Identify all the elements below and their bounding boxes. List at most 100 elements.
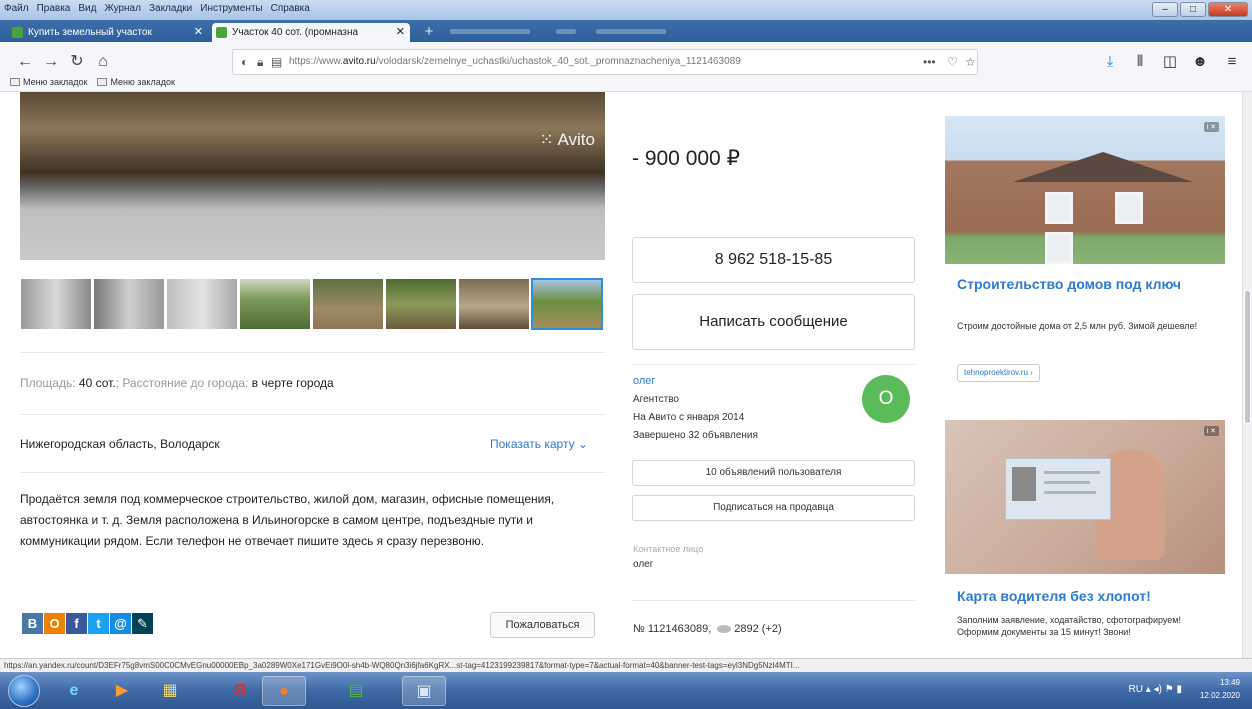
blurred-tab bbox=[556, 29, 576, 34]
thumbnail[interactable] bbox=[312, 278, 384, 330]
minimize-button[interactable]: – bbox=[1152, 2, 1178, 17]
menu-bookmarks[interactable]: Закладки bbox=[149, 3, 192, 14]
ad-badge: i ✕ bbox=[1203, 426, 1219, 436]
ad-text: Строим достойные дома от 2,5 млн руб. Зи… bbox=[957, 321, 1198, 331]
livejournal-icon[interactable]: ✎ bbox=[132, 613, 153, 634]
page-content: ⁙ Avito Площадь: 40 сот.; Расстояние до … bbox=[0, 92, 1242, 658]
vk-icon[interactable]: В bbox=[22, 613, 43, 634]
maximize-button[interactable]: □ bbox=[1180, 2, 1206, 17]
tab-plot-listing[interactable]: Участок 40 сот. (промназна ✕ bbox=[212, 23, 410, 42]
tab-buy-land[interactable]: Купить земельный участок ✕ bbox=[8, 23, 208, 42]
thumbnail[interactable] bbox=[93, 278, 165, 330]
scrollbar-thumb[interactable] bbox=[1244, 290, 1251, 424]
downloads-icon[interactable]: ⤓ bbox=[1100, 51, 1120, 73]
internet-explorer-icon[interactable]: e bbox=[52, 676, 96, 706]
ad-title-link[interactable]: Карта водителя без хлопот! bbox=[957, 588, 1151, 604]
seller-avatar[interactable]: О bbox=[862, 375, 910, 423]
photo-thumbnails bbox=[20, 278, 603, 330]
facebook-icon[interactable]: f bbox=[66, 613, 87, 634]
tab-close-icon[interactable]: ✕ bbox=[194, 23, 203, 42]
complain-button[interactable]: Пожаловаться bbox=[490, 612, 595, 638]
forward-arrow-icon[interactable]: → bbox=[40, 51, 62, 73]
sidebar-icon[interactable]: ◫ bbox=[1160, 51, 1180, 73]
window-app-icon[interactable]: ▣ bbox=[402, 676, 446, 706]
tab-close-icon[interactable]: ✕ bbox=[396, 23, 405, 42]
reload-icon[interactable]: ↻ bbox=[66, 51, 88, 73]
listing-params: Площадь: 40 сот.; Расстояние до города: … bbox=[20, 376, 334, 390]
shield-icon[interactable]: ◐ bbox=[241, 50, 248, 74]
ad-number: № 1121463089, 2892 (+2) bbox=[633, 623, 782, 635]
bookmark-folder[interactable]: Меню закладок bbox=[97, 77, 175, 87]
hamburger-menu-icon[interactable]: ≡ bbox=[1222, 51, 1242, 73]
house-roof bbox=[1013, 152, 1193, 182]
lock-icon[interactable]: 🔒︎ bbox=[257, 50, 263, 74]
url-text[interactable]: https://www.avito.ru/volodarsk/zemelnye_… bbox=[289, 50, 889, 74]
start-button[interactable] bbox=[8, 675, 40, 707]
clock-time: 13:49 bbox=[1219, 678, 1240, 687]
phone-number-button[interactable]: 8 962 518-15-85 bbox=[632, 237, 915, 283]
menu-tools[interactable]: Инструменты bbox=[200, 3, 262, 14]
clock[interactable]: 13:49 12.02.2020 bbox=[1200, 676, 1240, 702]
status-bar-url: https://an.yandex.ru/count/D3EFr75g8vmS0… bbox=[0, 658, 1252, 672]
address-bar[interactable]: ◐ 🔒︎ ▤ https://www.avito.ru/volodarsk/ze… bbox=[232, 49, 978, 75]
show-map-link[interactable]: Показать карту ⌄ bbox=[490, 437, 588, 451]
volume-icon[interactable]: ◂) bbox=[1154, 684, 1162, 695]
language-indicator[interactable]: RU bbox=[1129, 684, 1143, 695]
bookmark-folder[interactable]: Меню закладок bbox=[10, 77, 87, 87]
menu-edit[interactable]: Правка bbox=[37, 3, 71, 14]
odnoklassniki-icon[interactable]: О bbox=[44, 613, 65, 634]
menu-help[interactable]: Справка bbox=[271, 3, 310, 14]
thumbnail[interactable] bbox=[239, 278, 311, 330]
tray-arrow-icon[interactable]: ▴ bbox=[1146, 684, 1151, 695]
firefox-icon[interactable]: ● bbox=[262, 676, 306, 706]
network-icon[interactable]: ▮ bbox=[1176, 684, 1182, 695]
user-ads-button[interactable]: 10 объявлений пользователя bbox=[632, 460, 915, 486]
library-icon[interactable]: ⫴ bbox=[1130, 51, 1150, 73]
ad-house-image[interactable]: i ✕ bbox=[945, 116, 1225, 264]
thumbnail[interactable] bbox=[166, 278, 238, 330]
seller-name-link[interactable]: олег bbox=[633, 375, 655, 387]
ad-driver-card-image[interactable]: i ✕ bbox=[945, 420, 1225, 574]
tab-strip: Купить земельный участок ✕ Участок 40 со… bbox=[0, 20, 1252, 42]
main-listing-photo[interactable]: ⁙ Avito bbox=[20, 92, 605, 260]
page-scrollbar[interactable] bbox=[1242, 92, 1252, 658]
yandex-browser-icon[interactable]: Я bbox=[218, 676, 262, 706]
menu-history[interactable]: Журнал bbox=[104, 3, 141, 14]
ad-badge: i ✕ bbox=[1203, 122, 1219, 132]
thumbnail[interactable] bbox=[385, 278, 457, 330]
page-actions-icon[interactable]: ••• bbox=[923, 50, 936, 74]
contact-name: олег bbox=[633, 559, 654, 570]
mailru-icon[interactable]: @ bbox=[110, 613, 131, 634]
excel-icon[interactable]: ▤ bbox=[334, 676, 378, 706]
house-window bbox=[1045, 192, 1073, 224]
back-arrow-icon[interactable]: ← bbox=[14, 51, 36, 73]
thumbnail-selected[interactable] bbox=[531, 278, 603, 330]
twitter-icon[interactable]: t bbox=[88, 613, 109, 634]
seller-type: Агентство bbox=[633, 394, 679, 405]
account-icon[interactable]: ☻ bbox=[1190, 51, 1210, 73]
thumbnail[interactable] bbox=[20, 278, 92, 330]
menu-view[interactable]: Вид bbox=[78, 3, 96, 14]
bookmark-star-icon[interactable]: ☆ bbox=[965, 50, 976, 74]
new-tab-button[interactable]: + bbox=[420, 23, 438, 41]
price: - 900 000 ₽ bbox=[632, 147, 740, 170]
ad-title-link[interactable]: Строительство домов под ключ bbox=[957, 276, 1212, 293]
window-controls: – □ ✕ bbox=[1152, 2, 1248, 17]
subscribe-button[interactable]: Подписаться на продавца bbox=[632, 495, 915, 521]
home-icon[interactable]: ⌂ bbox=[92, 51, 114, 73]
pocket-icon[interactable]: ♡ bbox=[947, 50, 958, 74]
tab-label: Купить земельный участок bbox=[28, 27, 152, 38]
permissions-icon[interactable]: ▤ bbox=[271, 50, 282, 74]
write-message-button[interactable]: Написать сообщение bbox=[632, 294, 915, 350]
navigation-bar: ← → ↻ ⌂ ◐ 🔒︎ ▤ https://www.avito.ru/volo… bbox=[0, 42, 1252, 92]
menu-file[interactable]: Файл bbox=[4, 3, 29, 14]
file-explorer-icon[interactable]: ▦ bbox=[148, 676, 192, 706]
house-window bbox=[1045, 232, 1073, 264]
media-player-icon[interactable]: ▶ bbox=[100, 676, 144, 706]
avito-favicon-icon bbox=[12, 27, 23, 38]
flag-icon[interactable]: ⚑ bbox=[1165, 684, 1174, 695]
ad-site-link[interactable]: tehnoproektirov.ru › bbox=[957, 364, 1040, 382]
thumbnail[interactable] bbox=[458, 278, 530, 330]
close-window-button[interactable]: ✕ bbox=[1208, 2, 1248, 17]
divider bbox=[20, 472, 605, 473]
